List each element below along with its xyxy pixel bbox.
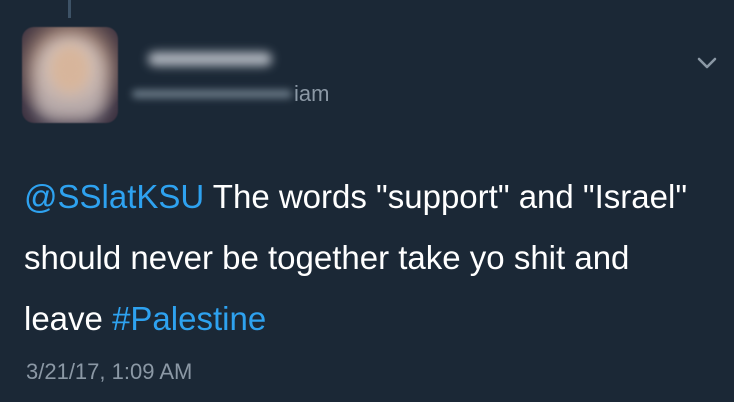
avatar-blur-face [50, 45, 90, 93]
tweet-timestamp[interactable]: 3/21/17, 1:09 AM [26, 358, 192, 386]
avatar[interactable] [22, 27, 118, 123]
tweet-card: iam @SSlatKSU The words "support" and "I… [0, 0, 734, 402]
mention-link[interactable]: @SSlatKSU [24, 178, 204, 215]
username-redacted[interactable] [132, 90, 292, 98]
tweet-text: @SSlatKSU The words "support" and "Israe… [24, 166, 714, 349]
hashtag-link[interactable]: #Palestine [112, 300, 266, 337]
thread-connector-line [68, 0, 71, 18]
display-name-redacted[interactable] [148, 52, 272, 66]
username-visible-suffix: iam [294, 81, 330, 106]
chevron-down-icon[interactable] [694, 50, 720, 76]
